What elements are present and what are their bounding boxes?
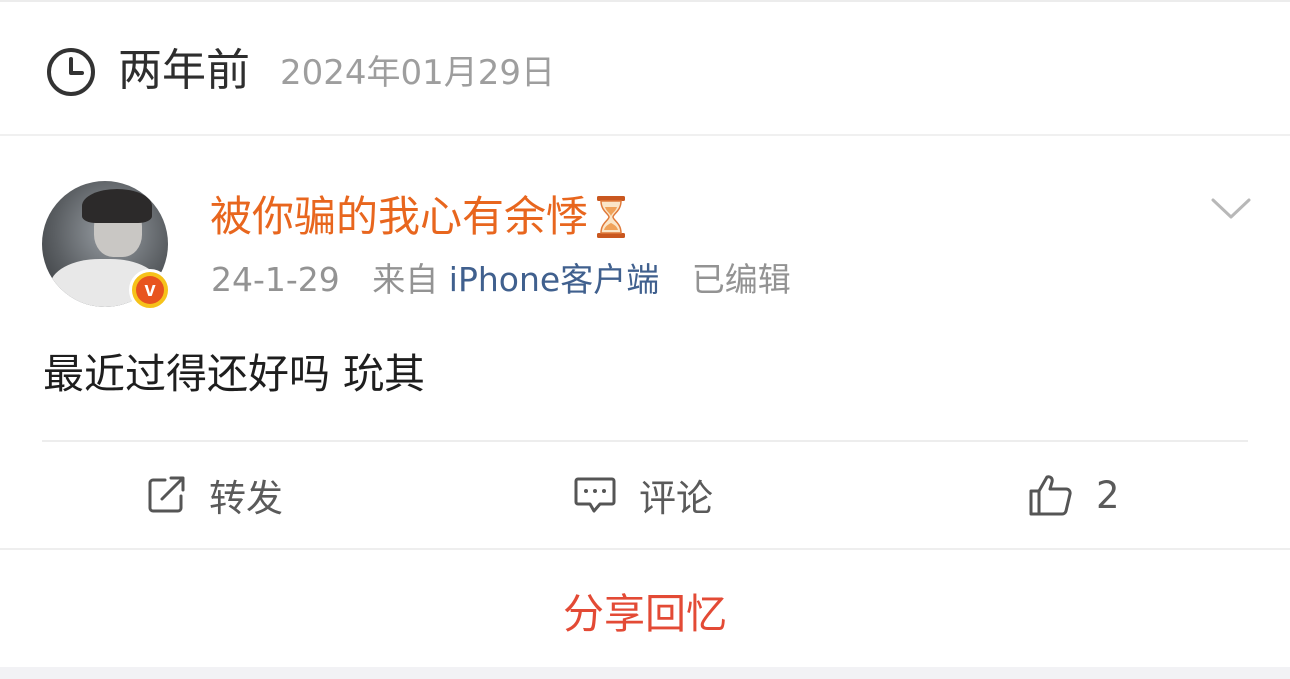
post-from-label: 来自 xyxy=(372,260,439,299)
clock-icon xyxy=(47,48,95,96)
post-edited-label[interactable]: 已编辑 xyxy=(692,260,791,299)
memory-date: 2024年01月29日 xyxy=(280,53,556,93)
username[interactable]: 被你骗的我心有余悸 xyxy=(210,190,626,244)
comment-label: 评论 xyxy=(639,477,713,520)
repost-icon xyxy=(148,476,185,513)
bottom-band xyxy=(0,667,1290,679)
actions-divider xyxy=(0,548,1290,550)
share-memory-label: 分享回忆 xyxy=(563,590,727,638)
post-date: 24-1-29 xyxy=(211,260,340,299)
chevron-down-icon[interactable] xyxy=(1210,196,1252,222)
relative-time: 两年前 xyxy=(118,45,250,96)
thumbs-up-icon xyxy=(1029,475,1072,516)
verified-badge-letter: v xyxy=(136,276,164,304)
repost-button[interactable]: 转发 xyxy=(145,470,283,520)
avatar-hair-shape xyxy=(82,189,152,223)
post-source-link[interactable]: iPhone客户端 xyxy=(449,260,659,299)
verified-badge: v xyxy=(129,269,171,311)
share-memory-button[interactable]: 分享回忆 xyxy=(0,560,1290,660)
like-button[interactable]: 2 xyxy=(1028,470,1120,520)
memory-header: 两年前 2024年01月29日 xyxy=(0,2,1290,134)
post-text[interactable]: 最近过得还好吗 玧其 xyxy=(43,346,425,402)
comment-button[interactable]: 评论 xyxy=(573,470,713,520)
hourglass-icon xyxy=(597,196,626,238)
repost-label: 转发 xyxy=(209,477,283,520)
post-divider xyxy=(42,440,1248,442)
header-divider xyxy=(0,134,1290,136)
username-text[interactable]: 被你骗的我心有余悸 xyxy=(210,190,588,244)
post-meta: 24-1-29 来自 iPhone客户端 已编辑 xyxy=(211,258,791,302)
comment-icon xyxy=(574,477,616,513)
like-count: 2 xyxy=(1096,473,1120,517)
